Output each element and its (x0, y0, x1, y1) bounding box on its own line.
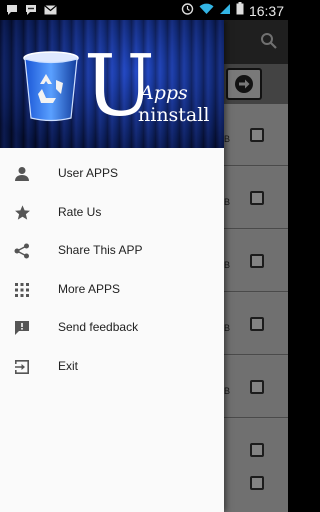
menu-item-rate-us[interactable]: Rate Us (0, 193, 224, 232)
star-icon (13, 204, 31, 222)
menu-item-share-app[interactable]: Share This APP (0, 231, 224, 270)
logo-word-apps: Apps (140, 82, 188, 104)
menu-item-exit[interactable]: Exit (0, 347, 224, 386)
menu-item-send-feedback[interactable]: Send feedback (0, 308, 224, 347)
menu-item-label: Exit (58, 358, 79, 373)
drawer-menu: User APPS Rate Us Share This APP More AP… (0, 148, 224, 385)
feedback-icon (13, 319, 31, 337)
menu-item-label: Rate Us (58, 204, 102, 219)
exit-icon (13, 358, 31, 376)
battery-icon (236, 2, 244, 20)
wifi-icon (199, 2, 214, 20)
share-icon (13, 242, 31, 260)
recycle-bin-icon (22, 50, 80, 127)
menu-item-user-apps[interactable]: User APPS (0, 154, 224, 193)
menu-item-label: Share This APP (58, 243, 143, 258)
gmail-icon (44, 3, 57, 21)
drawer-banner: U Apps ninstall (0, 20, 224, 148)
menu-item-label: User APPS (58, 166, 119, 181)
menu-item-label: More APPS (58, 281, 121, 296)
status-bar: 16:37 (0, 0, 288, 20)
logo-word-ninstall: ninstall (138, 104, 210, 126)
menu-item-label: Send feedback (58, 320, 139, 335)
alarm-icon (181, 2, 194, 20)
grid-icon (13, 281, 31, 299)
chat-bubble-icon (6, 3, 18, 21)
menu-item-more-apps[interactable]: More APPS (0, 270, 224, 309)
clock: 16:37 (248, 3, 284, 19)
message-icon (25, 3, 37, 21)
person-icon (13, 165, 31, 183)
signal-icon (219, 2, 231, 20)
navigation-drawer: U Apps ninstall User APPS Rate Us Share … (0, 20, 224, 512)
